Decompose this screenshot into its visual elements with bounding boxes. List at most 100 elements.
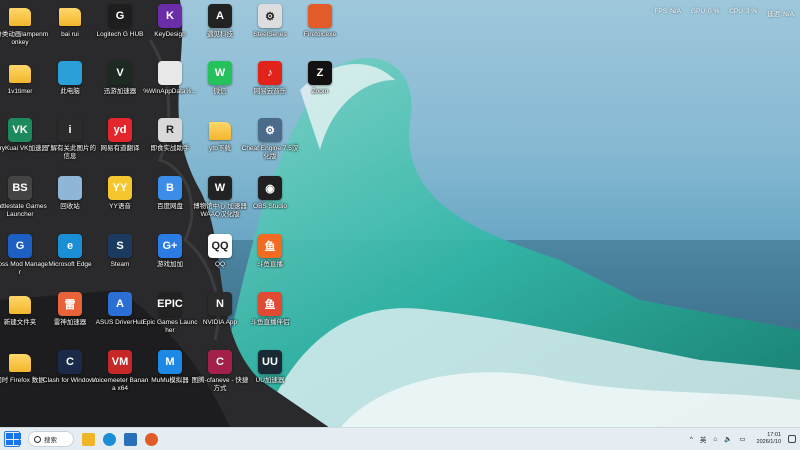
desktop-icon[interactable]: 2分类动画lampenmonkey <box>0 4 48 46</box>
ime-indicator[interactable]: 英 <box>700 434 707 444</box>
desktop-icon[interactable]: B 百度网盘 <box>144 176 196 211</box>
youdao-icon: yd <box>108 118 132 142</box>
baidu-pan-icon: B <box>158 176 182 200</box>
file-explorer-icon[interactable] <box>82 432 95 446</box>
desktop-icon[interactable]: W 博物馆中心 加速器WAAQ汉化版 <box>193 176 247 218</box>
qq-icon: QQ <box>208 234 232 258</box>
steelseries-icon: ⚙ <box>258 4 282 28</box>
voicemeeter-icon: VM <box>108 350 132 374</box>
yujian-icon: A <box>208 4 232 28</box>
clock-date: 2026/1/10 <box>756 439 781 445</box>
perf-metric-key: CPU <box>729 8 743 15</box>
desktop-icon[interactable]: Firefox.exe <box>294 4 346 39</box>
desktop-icon[interactable]: 此电脑 <box>44 61 96 96</box>
uu-icon: UU <box>258 350 282 374</box>
battlestate-icon: BS <box>8 176 32 200</box>
desktop-icon[interactable]: M MuMu模拟器 <box>144 350 196 385</box>
taskbar-pinned-apps <box>74 432 158 446</box>
desktop-icon[interactable]: S Steam <box>94 234 146 269</box>
desktop-icon[interactable]: 回收站 <box>44 176 96 211</box>
perf-metric-value: N/A <box>670 8 681 15</box>
desktop-icon[interactable]: 新建文件夹 <box>0 292 46 327</box>
robot-icon: R <box>158 118 182 142</box>
desktop-icon[interactable]: bai rui <box>44 4 96 39</box>
desktop-icon[interactable]: A ASUS DriverHub <box>94 292 146 327</box>
desktop-icon[interactable]: EPIC Epic Games Launcher <box>143 292 197 334</box>
cf-icon: C <box>208 350 232 374</box>
desktop-icon[interactable]: VM Voicemeeter Banana x64 <box>92 350 148 392</box>
desktop-icon[interactable]: G+ 游戏加加 <box>144 234 196 269</box>
wechat-icon: W <box>208 61 232 85</box>
desktop-icon[interactable]: UU UU加速器 <box>244 350 296 385</box>
desktop-icon[interactable]: Z Zoom <box>294 61 346 96</box>
desktop-icon-label: Cheat Engine 7.5汉化版 <box>241 145 299 160</box>
perf-metric-value: 0 % <box>708 8 720 15</box>
desktop-icon[interactable]: C Clash for Windows <box>43 350 97 385</box>
desktop-icon[interactable]: K KeyDesign <box>144 4 196 39</box>
edge-taskbar-icon[interactable] <box>103 432 116 446</box>
user-folder-icon <box>59 8 81 26</box>
netease-music-icon: ♪ <box>258 61 282 85</box>
desktop-icon[interactable]: ♪ 网易云音乐 <box>244 61 296 96</box>
desktop-icon[interactable]: ⚙ SteelSeries <box>244 4 296 39</box>
desktop-icon[interactable]: i 了解有关此图片的信息 <box>44 118 96 160</box>
desktop-icon[interactable]: V 迅游加速器 <box>94 61 146 96</box>
volume-icon[interactable]: 🔈 <box>724 435 732 443</box>
file-icon <box>158 61 182 85</box>
desktop-icon-label: Zoom <box>311 88 329 95</box>
desktop-icon[interactable]: 1v1timer <box>0 61 46 96</box>
tray-chevron-icon[interactable]: ^ <box>690 436 693 443</box>
perf-metric: GPU 0 % <box>691 8 719 18</box>
desktop-icon[interactable]: %WinAppData%... <box>143 61 197 96</box>
desktop-icon[interactable]: ytb下载 <box>194 118 246 153</box>
taskbar-clock[interactable]: 17:01 2026/1/10 <box>757 432 781 446</box>
desktop-icon[interactable]: G Logitech G HUB <box>94 4 146 39</box>
taskbar-search-box[interactable]: 搜索 <box>28 431 74 447</box>
desktop-icon[interactable]: N NVIDIA App <box>194 292 246 327</box>
store-icon[interactable] <box>124 432 137 446</box>
perf-metric-value: N/A <box>783 11 794 18</box>
network-icon[interactable]: ⌂ <box>713 436 717 443</box>
firefox-taskbar-icon[interactable] <box>145 432 158 446</box>
yy-icon: YY <box>108 176 132 200</box>
desktop-icon[interactable]: 雷雷神加速器 <box>44 292 96 327</box>
desktop-icon[interactable]: BSBattlestate Games Launcher <box>0 176 47 218</box>
desktop-icon[interactable]: YY YY语音 <box>94 176 146 211</box>
desktop-icon[interactable]: GGloss Mod Manager <box>0 234 48 276</box>
system-tray: ^ 英 ⌂ 🔈 ▭ 17:01 2026/1/10 <box>690 428 796 450</box>
desktop-icon[interactable]: R 即食实战助手 <box>144 118 196 153</box>
keydesign-icon: K <box>158 4 182 28</box>
xunyou-icon: V <box>108 61 132 85</box>
battery-icon[interactable]: ▭ <box>739 435 745 443</box>
desktop-icon[interactable]: QQ QQ <box>194 234 246 269</box>
douyu-assistant-icon: 鱼 <box>258 292 282 316</box>
search-icon <box>34 435 41 443</box>
epic-icon: EPIC <box>157 292 183 316</box>
desktop-icon[interactable]: ⚙ Cheat Engine 7.5汉化版 <box>241 118 299 160</box>
desktop-icon-label: 斗鱼直播 <box>257 261 283 268</box>
desktop-icon[interactable]: yd 网易有道翻译 <box>94 118 146 153</box>
taskbar: 搜索 ^ 英 ⌂ 🔈 ▭ 17:01 2026/1/10 <box>0 427 800 450</box>
perf-metric-key: GPU <box>690 8 706 15</box>
perf-metric: CPU 3 % <box>729 8 757 18</box>
desktop-icon[interactable]: 鱼斗鱼直播伴侣 <box>244 292 296 327</box>
firefox-icon <box>308 4 332 28</box>
clock-time: 17:01 <box>767 432 781 438</box>
desktop-icon[interactable]: e Microsoft Edge <box>44 234 96 269</box>
notification-icon[interactable] <box>788 435 796 443</box>
desktop-icon[interactable]: 同时 Firefox 数据 <box>0 350 46 385</box>
desktop-icon-label: Firefox.exe <box>303 31 337 38</box>
desktop-icon-grid: 2分类动画lampenmonkey 1v1timer VKVeryKuai VK加速… <box>0 0 340 425</box>
perf-metric-value: 3 % <box>745 8 758 15</box>
windows-start-button[interactable] <box>4 431 21 447</box>
desktop-icon[interactable]: VKVeryKuai VK加速器 <box>0 118 48 153</box>
folder-icon <box>9 65 31 83</box>
perf-metric-key: FPS <box>654 8 668 15</box>
folder-icon <box>209 122 231 140</box>
desktop-icon[interactable]: W 微信 <box>194 61 246 96</box>
desktop-icon[interactable]: ◉ OBS Studio <box>244 176 296 211</box>
gloss-mod-icon: G <box>8 234 32 258</box>
desktop-icon[interactable]: A 遇见科技 <box>194 4 246 39</box>
desktop-icon[interactable]: C 图腾-cfaneve - 快捷方式 <box>192 350 248 392</box>
desktop-icon[interactable]: 鱼斗鱼直播 <box>244 234 296 269</box>
